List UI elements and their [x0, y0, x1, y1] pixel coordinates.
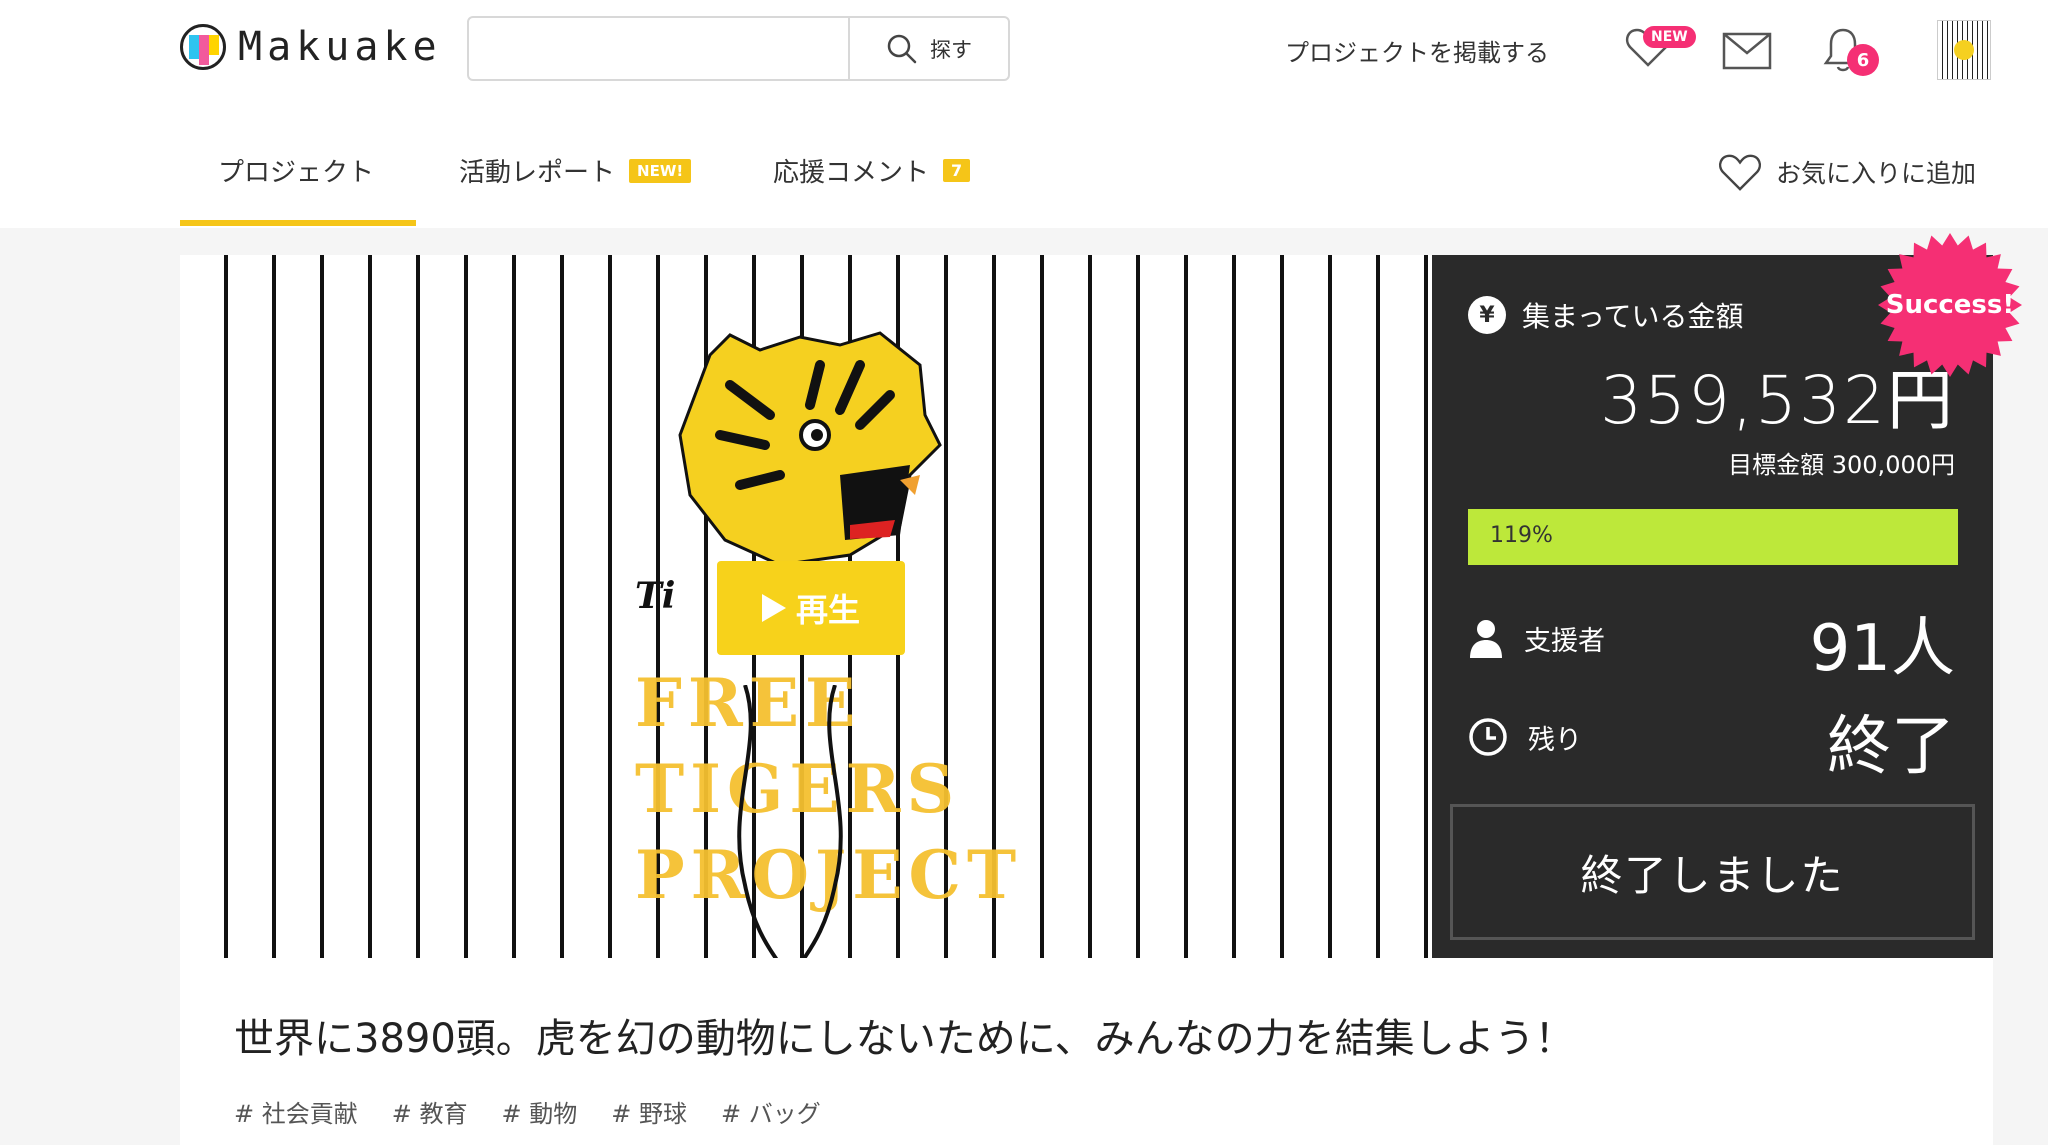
logo-mark-icon — [180, 24, 226, 70]
success-badge-text: Success! — [1885, 290, 2015, 320]
search-button[interactable]: 探す — [848, 18, 1008, 79]
tab-activity-report-label: 活動レポート — [459, 158, 616, 188]
supporters-label-text: 支援者 — [1524, 625, 1605, 657]
goal-amount: 目標金額 300,000円 — [1728, 451, 1955, 479]
tag-list: # 社会貢献 # 教育 # 動物 # 野球 # バッグ — [234, 1094, 821, 1129]
raised-amount-label-text: 集まっている金額 — [1522, 300, 1744, 333]
project-hero-video[interactable]: Ti FREE TIGERS PROJECT 再生 — [180, 255, 1432, 958]
avatar[interactable] — [1937, 20, 1991, 80]
tab-project[interactable]: プロジェクト — [218, 152, 374, 189]
add-favorite-label: お気に入りに追加 — [1776, 159, 1977, 188]
tab-comments-count-badge: 7 — [943, 159, 971, 182]
project-title: 世界に3890頭。虎を幻の動物にしないために、みんなの力を結集しよう！ — [234, 1016, 1575, 1062]
search-icon — [887, 34, 917, 63]
heart-outline-icon — [1719, 154, 1761, 191]
tab-activity-report[interactable]: 活動レポート NEW! — [459, 152, 692, 189]
post-project-link[interactable]: プロジェクトを掲載する — [1285, 33, 1549, 68]
remaining-label: 残り — [1468, 717, 1582, 757]
clock-icon — [1469, 718, 1507, 756]
play-video-label: 再生 — [795, 591, 860, 629]
play-icon — [761, 594, 786, 622]
add-favorite-button[interactable]: お気に入りに追加 — [1718, 152, 1976, 192]
messages-button[interactable] — [1722, 32, 1772, 74]
search-bar: 探す — [467, 16, 1010, 81]
tag-link[interactable]: # 教育 — [392, 1094, 468, 1129]
tiger-emblem-icon — [678, 331, 942, 567]
bag-outline-icon — [737, 685, 843, 958]
site-logo[interactable]: Makuake — [180, 24, 442, 70]
funding-progress-label: 119% — [1490, 523, 1553, 548]
raised-amount-label: ¥ 集まっている金額 — [1468, 295, 1743, 335]
mail-icon — [1722, 32, 1772, 70]
tab-comments-label: 応援コメント — [773, 158, 930, 188]
tab-project-label: プロジェクト — [218, 158, 375, 188]
tag-link[interactable]: # バッグ — [721, 1094, 821, 1129]
tag-link[interactable]: # 動物 — [502, 1094, 578, 1129]
favorites-new-badge: NEW — [1643, 26, 1696, 48]
supporters-value: 91人 — [1809, 612, 1955, 686]
hero-partial-text: Ti — [635, 575, 676, 617]
tab-comments[interactable]: 応援コメント 7 — [773, 152, 971, 189]
project-ended-button[interactable]: 終了しました — [1450, 804, 1975, 940]
notifications-count-badge: 6 — [1847, 44, 1879, 76]
tab-activity-new-badge: NEW! — [629, 158, 692, 183]
funding-progress-bar: 119% — [1468, 509, 1958, 565]
search-input[interactable] — [469, 18, 848, 79]
play-video-button[interactable]: 再生 — [717, 561, 905, 655]
logo-text: Makuake — [238, 24, 442, 70]
avatar-tiger-icon — [1954, 40, 1974, 60]
person-icon — [1470, 620, 1502, 658]
search-button-label: 探す — [930, 37, 972, 62]
active-tab-indicator — [180, 220, 416, 226]
tag-link[interactable]: # 社会貢献 — [234, 1094, 358, 1129]
tag-link[interactable]: # 野球 — [611, 1094, 687, 1129]
yen-icon: ¥ — [1468, 296, 1506, 334]
remaining-label-text: 残り — [1528, 724, 1582, 756]
supporters-label: 支援者 — [1468, 618, 1605, 658]
remaining-value: 終了 — [1827, 710, 1955, 784]
